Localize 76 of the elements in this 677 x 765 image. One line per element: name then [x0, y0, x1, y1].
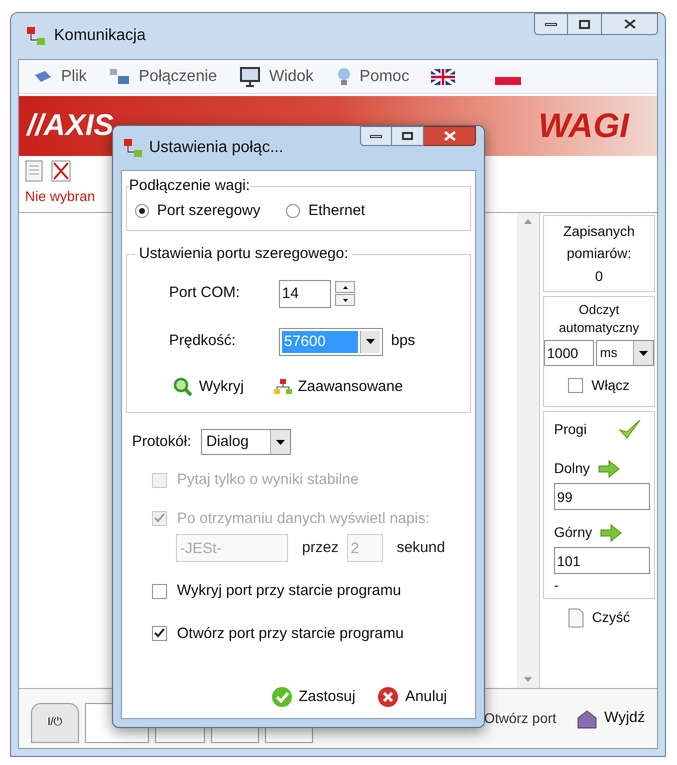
protocol-label: Protokół:	[132, 432, 192, 452]
open-port-button[interactable]: Otwórz port	[484, 708, 556, 729]
page-icon	[568, 608, 584, 628]
dialog-title: Ustawienia połąc...	[149, 138, 284, 158]
radio-label: Port szeregowy	[157, 200, 260, 220]
power-button[interactable]: I/⏻	[31, 702, 79, 742]
clear-button[interactable]: Czyść	[543, 603, 655, 632]
poland-flag-icon[interactable]	[495, 68, 522, 84]
close-icon	[624, 19, 636, 29]
serial-legend: Ustawienia portu szeregowego:	[135, 243, 352, 266]
checkmark-icon	[618, 418, 642, 440]
close-button[interactable]	[424, 126, 476, 146]
checkbox[interactable]	[152, 626, 167, 642]
apply-button[interactable]: Zastosuj	[270, 686, 356, 708]
lower-label: Dolny	[554, 459, 590, 478]
app-icon	[26, 26, 46, 46]
house-icon	[576, 708, 598, 728]
close-button[interactable]	[602, 13, 658, 35]
connection-legend: Podłączenie wagi:	[129, 175, 250, 198]
close-icon	[444, 131, 456, 141]
upper-field[interactable]: 101	[554, 547, 650, 574]
seconds-label: sekund	[396, 538, 446, 558]
network-icon	[274, 378, 292, 395]
radio-button[interactable]	[135, 204, 149, 218]
option-label: Po otrzymaniu danych wyświetl napis:	[177, 508, 430, 528]
port-field[interactable]: 14	[279, 280, 331, 308]
thresholds-label: Progi	[554, 420, 587, 439]
cancel-button[interactable]: Anuluj	[377, 686, 447, 708]
axis-logo: //AXIS	[27, 111, 114, 141]
arrow-icon	[598, 460, 620, 478]
port-spinner[interactable]	[335, 281, 355, 306]
exit-button[interactable]: Wyjdź	[576, 707, 645, 730]
document-icon[interactable]	[25, 160, 43, 182]
saved-count: 0	[595, 267, 603, 286]
checkbox[interactable]	[568, 378, 584, 393]
option-label: Pytaj tylko o wyniki stabilne	[177, 470, 359, 490]
option-label: Otwórz port przy starcie programu	[177, 624, 404, 644]
upper-label: Górny	[554, 523, 592, 542]
maximize-button[interactable]	[568, 13, 602, 35]
brand-text: WAGI	[538, 109, 629, 143]
menu-item[interactable]: Połączenie	[108, 64, 218, 88]
protocol-dropdown[interactable]: Dialog	[201, 429, 292, 455]
lightbulb-icon	[336, 66, 352, 88]
cancel-circle-icon	[377, 686, 400, 708]
lower-field[interactable]: 99	[554, 483, 650, 510]
window-title: Komunikacja	[54, 26, 146, 46]
speed-label: Prędkość:	[169, 331, 237, 352]
minimize-button[interactable]	[360, 126, 392, 146]
uk-flag-icon[interactable]	[431, 68, 456, 84]
note-text: -	[554, 578, 560, 592]
radio-label: Ethernet	[308, 200, 366, 220]
minimize-button[interactable]	[534, 13, 568, 35]
unit-dropdown[interactable]: ms	[596, 340, 654, 366]
advanced-button[interactable]: Zaawansowane	[274, 376, 403, 398]
interval-field[interactable]: 1000	[544, 340, 594, 366]
auto-read-label: Odczyt automatyczny	[558, 301, 640, 337]
monitor-icon	[239, 66, 262, 88]
search-icon	[173, 376, 193, 397]
speed-unit: bps	[391, 331, 416, 352]
checkbox[interactable]	[152, 584, 167, 599]
arrow-icon	[600, 524, 622, 542]
menu-item[interactable]: Widok	[239, 64, 314, 88]
app-icon	[123, 138, 143, 158]
enable-label: Włącz	[591, 376, 630, 395]
for-label: przez	[302, 538, 339, 558]
menu-item[interactable]: Pomoc	[336, 64, 410, 88]
saved-label: Zapisanych pomiarów:	[562, 222, 636, 263]
status-text: Nie wybran	[25, 187, 96, 206]
maximize-button[interactable]	[392, 126, 424, 146]
radio-button[interactable]	[286, 204, 300, 218]
menu-item[interactable]: Plik	[33, 64, 87, 88]
check-circle-icon	[270, 686, 293, 708]
delete-icon[interactable]	[51, 160, 71, 182]
detect-button[interactable]: Wykryj	[173, 376, 244, 398]
port-label: Port COM:	[169, 283, 241, 304]
option-label: Wykryj port przy starcie programu	[177, 581, 402, 601]
